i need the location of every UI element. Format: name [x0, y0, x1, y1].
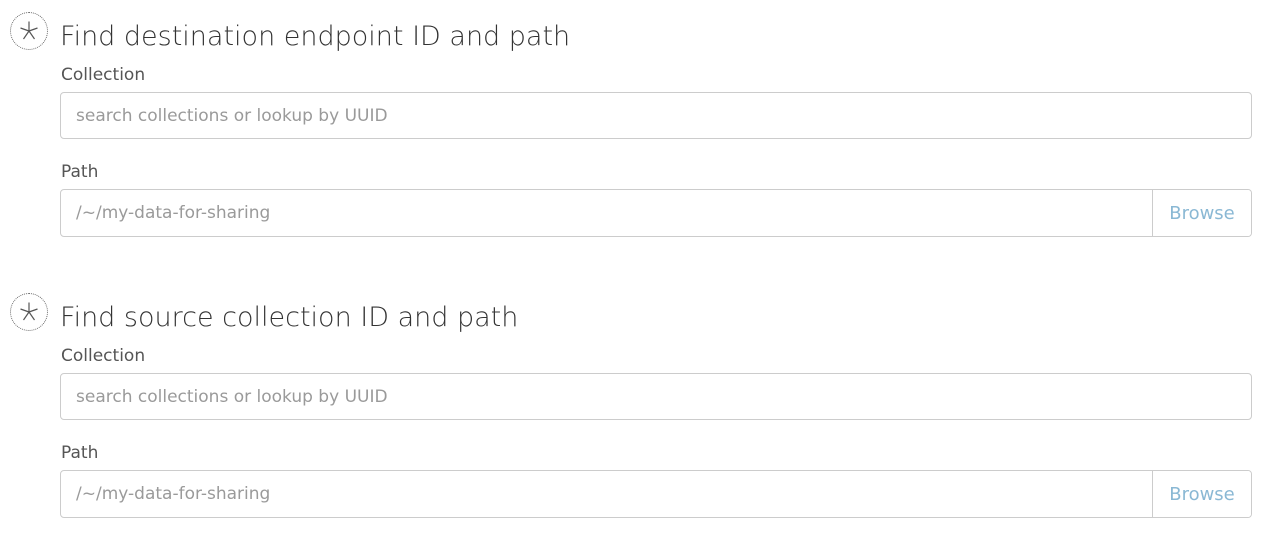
browse-button[interactable]: Browse	[1152, 471, 1251, 517]
path-input[interactable]	[61, 471, 1152, 517]
source-section: Find source collection ID and path Colle…	[0, 0, 1278, 543]
path-label: Path	[61, 443, 99, 463]
asterisk-icon	[10, 293, 48, 331]
collection-search-input[interactable]	[60, 373, 1252, 420]
collection-label: Collection	[61, 346, 146, 366]
section-title: Find source collection ID and path	[60, 302, 519, 333]
path-input-group: Browse	[60, 470, 1252, 518]
